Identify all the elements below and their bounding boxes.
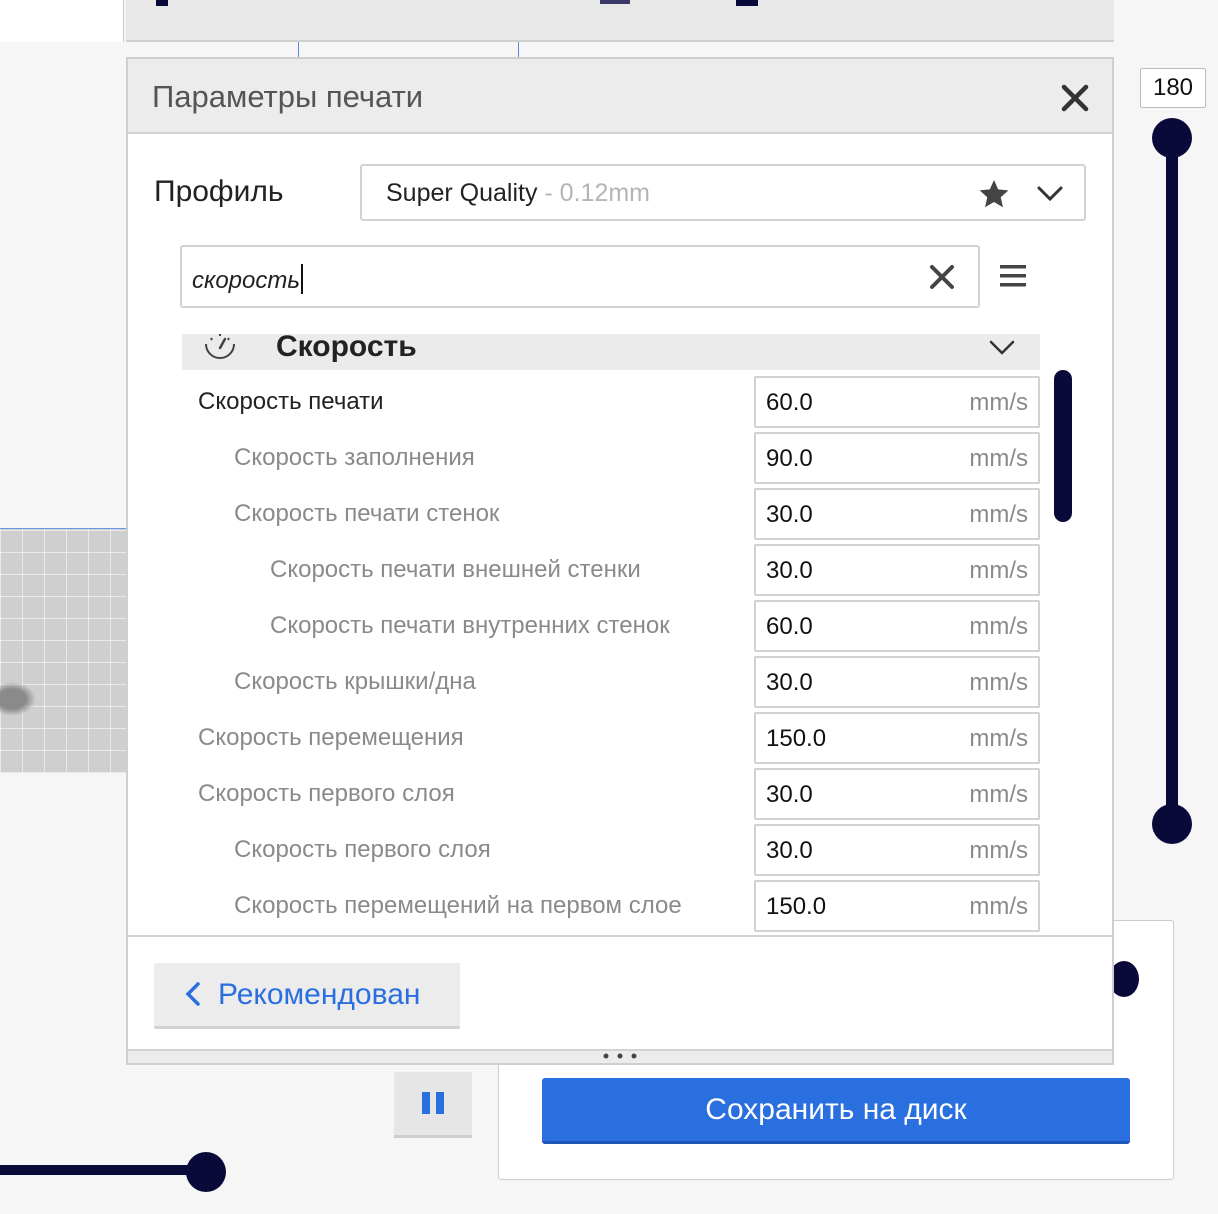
setting-value-field[interactable]: 60.0 mm/s xyxy=(754,376,1040,428)
setting-value: 90.0 xyxy=(766,445,813,472)
toolbar-fragment xyxy=(736,0,758,6)
setting-row: Скорость печати внутренних стенок 60.0 m… xyxy=(180,598,1040,654)
setting-row: Скорость заполнения 90.0 mm/s xyxy=(180,430,1040,486)
setting-value-field[interactable]: 150.0 mm/s xyxy=(754,712,1040,764)
setting-value: 30.0 xyxy=(766,837,813,864)
panel-header: Параметры печати xyxy=(128,59,1112,134)
profile-layer-height: - 0.12mm xyxy=(537,179,650,207)
resize-grip-icon[interactable] xyxy=(600,1051,640,1061)
layer-slider-bottom-handle[interactable] xyxy=(1152,804,1192,844)
recommended-label: Рекомендован xyxy=(218,978,421,1011)
pause-icon xyxy=(436,1092,444,1114)
setting-label: Скорость печати стенок xyxy=(234,500,500,527)
category-label: Скорость xyxy=(276,334,417,363)
setting-label: Скорость перемещения xyxy=(198,724,464,751)
layer-slider-track[interactable] xyxy=(1166,138,1178,824)
setting-value-field[interactable]: 30.0 mm/s xyxy=(754,824,1040,876)
timeline-slider-handle[interactable] xyxy=(186,1152,226,1192)
setting-value: 150.0 xyxy=(766,893,827,920)
setting-value: 30.0 xyxy=(766,501,813,528)
profile-name: Super Quality - 0.12mm xyxy=(386,179,650,207)
close-icon[interactable] xyxy=(1060,83,1090,113)
toolbar-fragment xyxy=(600,0,630,4)
timeline-slider-track[interactable] xyxy=(0,1165,206,1175)
profile-dropdown[interactable]: Super Quality - 0.12mm xyxy=(360,164,1086,221)
hamburger-menu-icon[interactable] xyxy=(998,263,1028,289)
setting-value: 60.0 xyxy=(766,389,813,416)
toolbar-tab-outline xyxy=(298,42,519,58)
category-header-speed[interactable]: Скорость xyxy=(182,334,1040,370)
save-to-disk-button[interactable]: Сохранить на диск xyxy=(542,1078,1130,1144)
layer-slider-top-handle[interactable] xyxy=(1152,118,1192,158)
setting-label: Скорость печати xyxy=(198,388,384,415)
setting-row: Скорость печати 60.0 mm/s xyxy=(180,374,1040,430)
panel-footer xyxy=(128,1049,1112,1063)
setting-row: Скорость крышки/дна 30.0 mm/s xyxy=(180,654,1040,710)
3d-model-fragment[interactable] xyxy=(0,679,40,719)
chevron-left-icon xyxy=(185,982,200,1006)
setting-value-field[interactable]: 150.0 mm/s xyxy=(754,880,1040,932)
setting-row: Скорость печати внешней стенки 30.0 mm/s xyxy=(180,542,1040,598)
setting-label: Скорость печати внешней стенки xyxy=(270,556,641,583)
settings-search-input[interactable]: скорость xyxy=(180,245,980,308)
setting-unit: mm/s xyxy=(969,893,1028,920)
setting-label: Скорость первого слоя xyxy=(234,836,491,863)
setting-unit: mm/s xyxy=(969,613,1028,640)
recommended-mode-button[interactable]: Рекомендован xyxy=(154,963,460,1029)
setting-label: Скорость печати внутренних стенок xyxy=(270,612,670,639)
setting-unit: mm/s xyxy=(969,445,1028,472)
setting-row: Скорость перемещения 150.0 mm/s xyxy=(180,710,1040,766)
setting-value-field[interactable]: 30.0 mm/s xyxy=(754,768,1040,820)
top-toolbar xyxy=(126,0,1114,42)
panel-title: Параметры печати xyxy=(152,79,424,114)
setting-label: Скорость перемещений на первом слое xyxy=(234,892,682,919)
setting-row: Скорость перемещений на первом слое 150.… xyxy=(180,878,1040,934)
settings-scrollbar[interactable] xyxy=(1054,370,1072,522)
setting-unit: mm/s xyxy=(969,725,1028,752)
setting-value: 30.0 xyxy=(766,557,813,584)
search-text: скорость xyxy=(192,264,303,295)
toolbar-fragment xyxy=(156,0,168,6)
speedometer-icon xyxy=(205,334,235,359)
viewport-corner xyxy=(0,0,124,42)
setting-unit: mm/s xyxy=(969,669,1028,696)
setting-value-field[interactable]: 30.0 mm/s xyxy=(754,656,1040,708)
setting-value-field[interactable]: 60.0 mm/s xyxy=(754,600,1040,652)
setting-unit: mm/s xyxy=(969,781,1028,808)
setting-row: Скорость первого слоя 30.0 mm/s xyxy=(180,766,1040,822)
setting-unit: mm/s xyxy=(969,501,1028,528)
setting-label: Скорость заполнения xyxy=(234,444,475,471)
setting-unit: mm/s xyxy=(969,557,1028,584)
chevron-down-icon[interactable] xyxy=(1036,182,1064,206)
setting-value-field[interactable]: 30.0 mm/s xyxy=(754,544,1040,596)
setting-row: Скорость печати стенок 30.0 mm/s xyxy=(180,486,1040,542)
setting-value: 150.0 xyxy=(766,725,827,752)
setting-value: 30.0 xyxy=(766,669,813,696)
settings-list: Скорость Скорость печати 60.0 mm/s Скоро… xyxy=(180,334,1116,934)
profile-label: Профиль xyxy=(154,175,284,208)
setting-value-field[interactable]: 30.0 mm/s xyxy=(754,488,1040,540)
chevron-down-icon[interactable] xyxy=(988,338,1016,358)
setting-unit: mm/s xyxy=(969,389,1028,416)
setting-unit: mm/s xyxy=(969,837,1028,864)
setting-label: Скорость первого слоя xyxy=(198,780,455,807)
star-icon[interactable] xyxy=(978,178,1010,210)
setting-value-field[interactable]: 90.0 mm/s xyxy=(754,432,1040,484)
pause-button[interactable] xyxy=(394,1072,472,1138)
clear-icon[interactable] xyxy=(928,263,956,291)
layer-slider-value[interactable]: 180 xyxy=(1140,68,1206,108)
setting-value: 60.0 xyxy=(766,613,813,640)
build-plate xyxy=(0,528,128,773)
setting-value: 30.0 xyxy=(766,781,813,808)
setting-row: Скорость первого слоя 30.0 mm/s xyxy=(180,822,1040,878)
setting-label: Скорость крышки/дна xyxy=(234,668,476,695)
panel-divider xyxy=(128,935,1112,937)
pause-icon xyxy=(422,1092,430,1114)
print-settings-panel: Параметры печати Профиль Super Quality -… xyxy=(126,57,1114,1065)
